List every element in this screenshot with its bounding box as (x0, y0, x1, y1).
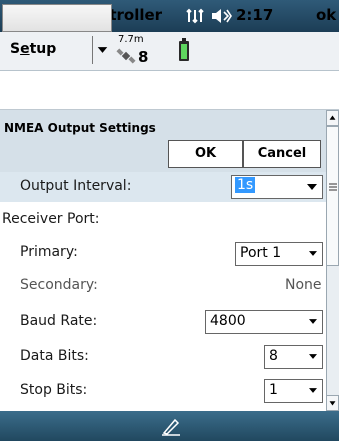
data-bits-label: Data Bits: (20, 348, 89, 364)
primary-label: Primary: (20, 244, 78, 260)
data-bits-value: 8 (269, 348, 278, 364)
stop-bits-value: 1 (269, 382, 278, 398)
setup-menu-label: Setup (10, 41, 57, 57)
setup-menu-mnemonic: e (20, 41, 30, 57)
title-ok-button[interactable]: ok (316, 6, 336, 24)
setup-menu-button[interactable] (2, 4, 112, 32)
output-interval-label: Output Interval: (20, 178, 132, 194)
grip-icon (329, 183, 337, 191)
clock[interactable]: 2:17 (236, 6, 273, 24)
stop-bits-label: Stop Bits: (20, 382, 88, 398)
secondary-label: Secondary: (20, 277, 98, 293)
primary-value: Port 1 (240, 245, 282, 261)
satellite-icon (116, 48, 136, 64)
scroll-thumb[interactable] (326, 126, 339, 266)
receiver-port-label: Receiver Port: (2, 211, 100, 227)
baud-rate-value: 4800 (210, 313, 246, 329)
battery-icon (179, 38, 189, 61)
satellite-distance: 7.7m (118, 34, 144, 45)
baud-rate-label: Baud Rate: (20, 313, 98, 329)
chevron-down-icon[interactable] (309, 388, 317, 393)
cancel-button[interactable]: Cancel (243, 140, 321, 168)
chevron-down-icon[interactable] (309, 251, 317, 256)
satellite-count: 8 (138, 48, 149, 66)
chevron-down-icon[interactable] (92, 36, 112, 64)
dialog-title: NMEA Output Settings (4, 121, 156, 135)
chevron-down-icon[interactable] (307, 184, 317, 190)
chevron-down-icon[interactable] (309, 319, 317, 324)
volume-icon[interactable] (210, 8, 232, 24)
scroll-down-icon[interactable] (326, 395, 339, 411)
connectivity-icon[interactable] (186, 8, 204, 24)
secondary-value: None (285, 277, 322, 293)
blank-area (0, 71, 339, 110)
scroll-up-icon[interactable] (326, 110, 339, 126)
chevron-down-icon[interactable] (309, 354, 317, 359)
ok-button[interactable]: OK (168, 140, 243, 168)
pen-input-icon[interactable] (160, 416, 182, 436)
output-interval-value: 1s (235, 177, 256, 193)
